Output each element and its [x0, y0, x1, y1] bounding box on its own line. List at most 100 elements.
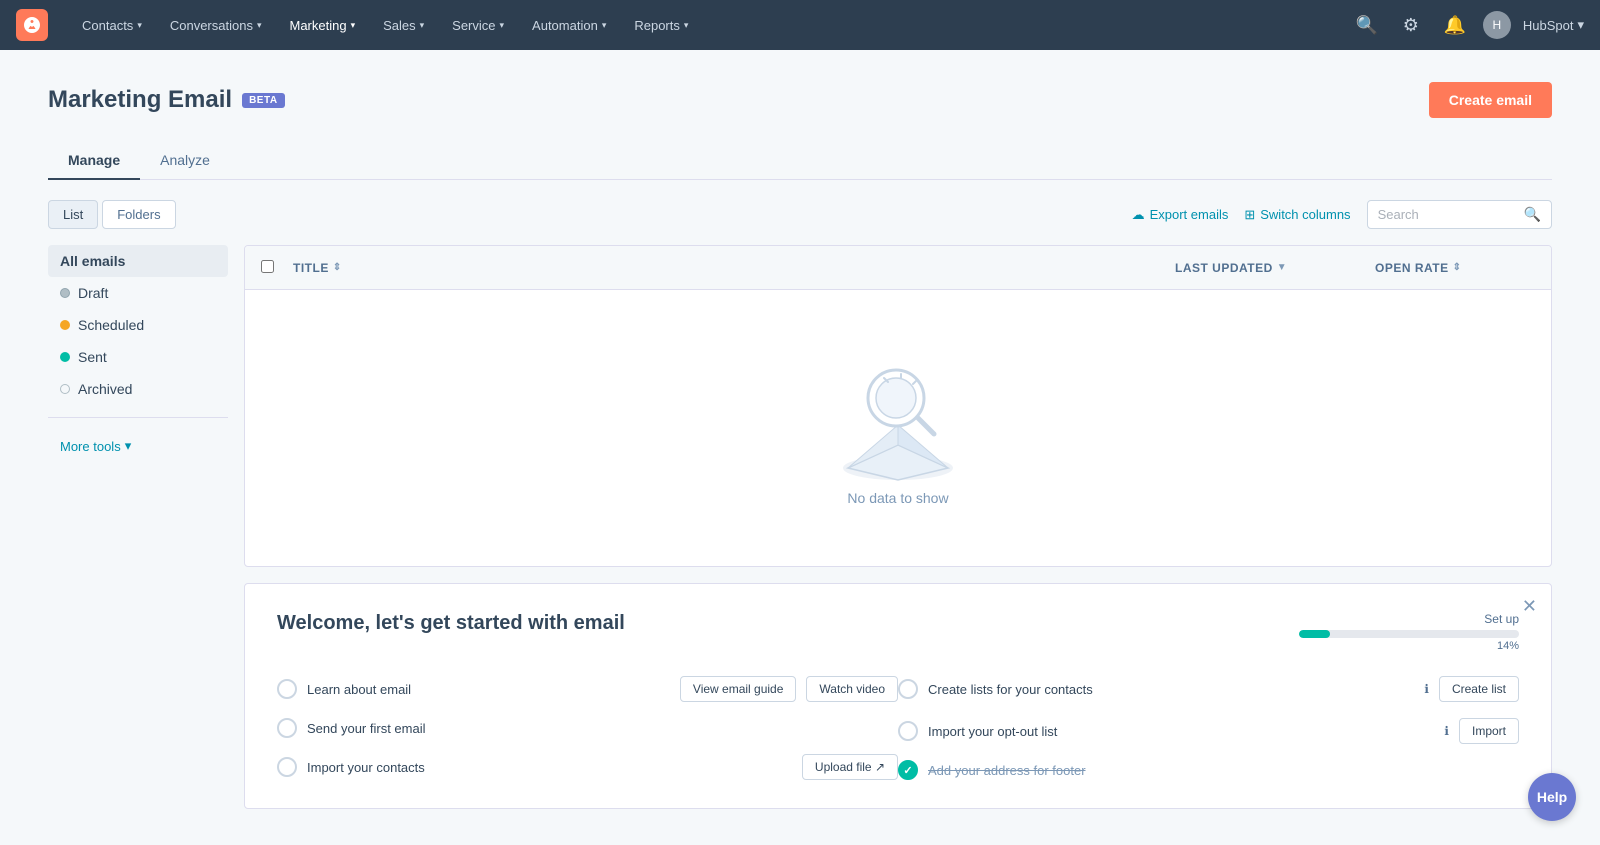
nav-sales-chevron: ▾ — [420, 20, 425, 31]
task-import-contacts-label: Import your contacts — [307, 760, 792, 775]
help-button[interactable]: Help — [1528, 773, 1576, 821]
empty-state-illustration — [818, 350, 978, 490]
task-import-contacts: Import your contacts Upload file ↗ — [277, 754, 898, 780]
switch-columns-label: Switch columns — [1260, 207, 1350, 222]
draft-label: Draft — [78, 285, 108, 301]
col-open-rate[interactable]: OPEN RATE ⇕ — [1375, 261, 1535, 275]
sidebar-item-sent[interactable]: Sent — [48, 341, 228, 373]
nav-service-chevron: ▾ — [500, 20, 505, 31]
more-tools-label: More tools — [60, 439, 121, 454]
tab-manage[interactable]: Manage — [48, 142, 140, 180]
nav-service[interactable]: Service ▾ — [438, 0, 518, 50]
task-learn-label: Learn about email — [307, 682, 670, 697]
nav-automation[interactable]: Automation ▾ — [518, 0, 620, 50]
setup-progress-box: Set up 14% — [1299, 612, 1519, 652]
select-all-checkbox-col — [261, 260, 293, 276]
account-chevron: ▾ — [1577, 17, 1584, 33]
welcome-tasks-right: Create lists for your contacts ℹ Create … — [898, 676, 1519, 780]
create-email-button[interactable]: Create email — [1429, 82, 1552, 118]
draft-dot — [60, 288, 70, 298]
nav-conversations-label: Conversations — [170, 18, 253, 33]
sidebar-item-all-emails[interactable]: All emails — [48, 245, 228, 277]
page-title: Marketing Email — [48, 86, 232, 114]
search-box[interactable]: 🔍 — [1367, 200, 1552, 229]
nav-conversations-chevron: ▾ — [257, 20, 262, 31]
sidebar-item-draft[interactable]: Draft — [48, 277, 228, 309]
more-tools-button[interactable]: More tools ▾ — [48, 430, 228, 462]
setup-progress-fill — [1299, 630, 1330, 638]
setup-label: Set up — [1299, 612, 1519, 626]
nav-contacts-chevron: ▾ — [137, 20, 142, 31]
task-learn-about-email: Learn about email View email guide Watch… — [277, 676, 898, 702]
user-avatar[interactable]: H — [1483, 11, 1511, 39]
account-switcher[interactable]: HubSpot ▾ — [1523, 17, 1584, 33]
nav-reports-label: Reports — [634, 18, 680, 33]
col-open-rate-label: OPEN RATE — [1375, 261, 1449, 275]
switch-columns-button[interactable]: ⊞ Switch columns — [1244, 207, 1350, 223]
export-icon: ☁ — [1132, 207, 1145, 223]
create-lists-info-icon[interactable]: ℹ — [1424, 682, 1429, 696]
setup-percent: 14% — [1299, 640, 1519, 652]
search-icon-btn[interactable]: 🔍 — [1351, 9, 1383, 41]
view-email-guide-button[interactable]: View email guide — [680, 676, 797, 702]
list-view-button[interactable]: List — [48, 200, 98, 229]
welcome-close-button[interactable]: ✕ — [1522, 596, 1537, 617]
folders-view-button[interactable]: Folders — [102, 200, 175, 229]
task-send-circle — [277, 718, 297, 738]
hubspot-logo[interactable] — [16, 9, 48, 41]
help-label: Help — [1537, 789, 1567, 805]
welcome-title: Welcome, let's get started with email — [277, 612, 625, 635]
view-toggle: List Folders — [48, 200, 176, 229]
nav-conversations[interactable]: Conversations ▾ — [156, 0, 276, 50]
col-last-updated[interactable]: LAST UPDATED ▼ — [1175, 261, 1375, 275]
task-add-address-circle — [898, 760, 918, 780]
task-create-lists: Create lists for your contacts ℹ Create … — [898, 676, 1519, 702]
table-header: TITLE ⇕ LAST UPDATED ▼ OPEN RATE ⇕ — [245, 246, 1551, 290]
notifications-icon-btn[interactable]: 🔔 — [1439, 9, 1471, 41]
nav-service-label: Service — [452, 18, 495, 33]
watch-video-button[interactable]: Watch video — [806, 676, 898, 702]
task-add-address: Add your address for footer — [898, 760, 1519, 780]
nav-items: Contacts ▾ Conversations ▾ Marketing ▾ S… — [68, 0, 1351, 50]
col-last-updated-label: LAST UPDATED — [1175, 261, 1273, 275]
sidebar-divider — [48, 417, 228, 418]
settings-icon-btn[interactable]: ⚙ — [1395, 9, 1427, 41]
task-import-optout: Import your opt-out list ℹ Import — [898, 718, 1519, 744]
col-title[interactable]: TITLE ⇕ — [293, 261, 1175, 275]
more-tools-chevron: ▾ — [125, 438, 132, 454]
email-sidebar: All emails Draft Scheduled Sent Archived… — [48, 245, 228, 809]
nav-marketing[interactable]: Marketing ▾ — [275, 0, 369, 50]
task-import-optout-circle — [898, 721, 918, 741]
import-button[interactable]: Import — [1459, 718, 1519, 744]
sidebar-item-scheduled[interactable]: Scheduled — [48, 309, 228, 341]
nav-automation-label: Automation — [532, 18, 598, 33]
toolbar-row: List Folders ☁ Export emails ⊞ Switch co… — [48, 200, 1552, 229]
select-all-checkbox[interactable] — [261, 260, 274, 273]
welcome-tasks-left: Learn about email View email guide Watch… — [277, 676, 898, 780]
sent-label: Sent — [78, 349, 107, 365]
archived-dot — [60, 384, 70, 394]
nav-sales[interactable]: Sales ▾ — [369, 0, 438, 50]
welcome-tasks: Learn about email View email guide Watch… — [277, 676, 1519, 780]
create-list-button[interactable]: Create list — [1439, 676, 1519, 702]
nav-reports-chevron: ▾ — [684, 20, 689, 31]
col-title-label: TITLE — [293, 261, 329, 275]
main-tabs: Manage Analyze — [48, 142, 1552, 180]
search-input[interactable] — [1378, 207, 1518, 222]
upload-file-button[interactable]: Upload file ↗ — [802, 754, 898, 780]
export-emails-button[interactable]: ☁ Export emails — [1132, 207, 1229, 223]
archived-label: Archived — [78, 381, 132, 397]
nav-reports[interactable]: Reports ▾ — [620, 0, 702, 50]
top-navigation: Contacts ▾ Conversations ▾ Marketing ▾ S… — [0, 0, 1600, 50]
columns-icon: ⊞ — [1244, 207, 1255, 223]
table-empty-state: No data to show — [245, 290, 1551, 566]
import-optout-info-icon[interactable]: ℹ — [1444, 724, 1449, 738]
search-icon: 🔍 — [1524, 206, 1541, 223]
scheduled-dot — [60, 320, 70, 330]
tab-analyze[interactable]: Analyze — [140, 142, 230, 180]
welcome-banner: ✕ Welcome, let's get started with email … — [244, 583, 1552, 809]
account-name: HubSpot — [1523, 18, 1574, 33]
nav-contacts[interactable]: Contacts ▾ — [68, 0, 156, 50]
sidebar-item-archived[interactable]: Archived — [48, 373, 228, 405]
task-add-address-label: Add your address for footer — [928, 763, 1519, 778]
